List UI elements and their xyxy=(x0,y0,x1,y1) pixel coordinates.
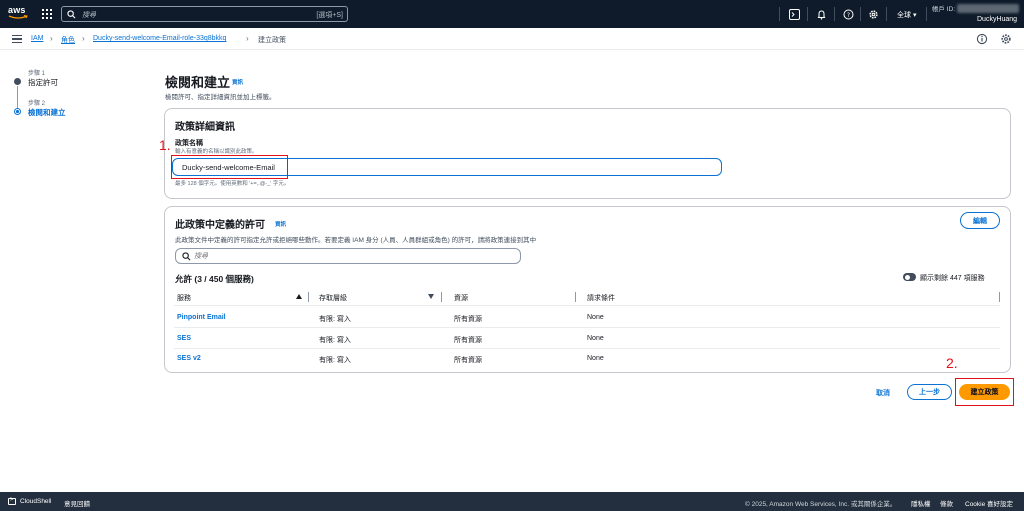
permissions-search-input[interactable] xyxy=(194,251,514,261)
redacted-account-id xyxy=(957,4,1019,13)
permissions-title: 此政策中定義的許可 xyxy=(175,220,265,231)
sort-ascending-icon[interactable] xyxy=(296,294,302,299)
help-icon[interactable]: ? xyxy=(841,7,855,21)
search-shortcut: [選項+S] xyxy=(316,12,343,19)
table-header-divider xyxy=(174,305,1000,306)
policy-details-title: 政策詳細資訊 xyxy=(175,122,235,133)
annotation-highlight-create xyxy=(955,378,1014,406)
aws-logo[interactable]: aws xyxy=(8,6,30,22)
breadcrumb-bar: IAM › 角色 › Ducky-send-welcome-Email-role… xyxy=(0,28,1024,50)
chevron-right-icon: › xyxy=(50,34,53,43)
row-resource: 所有資源 xyxy=(454,357,482,364)
permissions-info-link[interactable]: 資訊 xyxy=(275,220,286,228)
gear-icon[interactable] xyxy=(866,7,880,21)
permissions-description: 此政策文件中定義的許可指定允許或拒絕哪些動作。若要定義 IAM 身分 (人員、人… xyxy=(175,237,537,244)
chevron-right-icon: › xyxy=(82,34,85,43)
page-description: 檢閱許可、指定詳細資訊並加上標籤。 xyxy=(165,94,276,101)
search-placeholder: 搜尋 xyxy=(82,12,96,19)
edit-button[interactable]: 編輯 xyxy=(960,212,1000,229)
row-condition: None xyxy=(587,314,604,321)
breadcrumb-current: 建立政策 xyxy=(258,37,286,44)
row-resource: 所有資源 xyxy=(454,337,482,344)
row-access-level: 有限: 寫入 xyxy=(319,316,351,323)
column-header-access-level[interactable]: 存取層級 xyxy=(319,293,347,303)
terms-link[interactable]: 條款 xyxy=(940,498,953,508)
search-icon xyxy=(67,10,76,19)
policy-details-panel xyxy=(164,108,1011,199)
cancel-button[interactable]: 取消 xyxy=(876,388,890,398)
annotation-highlight-name xyxy=(171,155,288,179)
column-divider xyxy=(999,292,1000,302)
breadcrumb-iam[interactable]: IAM xyxy=(31,35,43,42)
column-divider xyxy=(308,292,309,302)
svg-text:?: ? xyxy=(846,12,849,19)
menu-icon[interactable] xyxy=(12,35,22,43)
row-service-link[interactable]: SES xyxy=(177,335,191,342)
cookie-preferences-link[interactable]: Cookie 喜好設定 xyxy=(965,498,1013,508)
divider xyxy=(779,7,780,21)
annotation-step-2: 2. xyxy=(946,355,958,371)
copyright: © 2025, Amazon Web Services, Inc. 或其關係企業… xyxy=(745,501,897,508)
search-icon xyxy=(182,252,191,261)
row-access-level: 有限: 寫入 xyxy=(319,357,351,364)
divider xyxy=(834,7,835,21)
step-2-label: 檢閱和建立 xyxy=(28,108,66,117)
table-row-divider xyxy=(174,327,1000,328)
annotation-step-1: 1. xyxy=(159,137,171,153)
previous-button[interactable]: 上一步 xyxy=(907,384,952,400)
divider xyxy=(807,7,808,21)
divider xyxy=(926,7,927,21)
breadcrumb-role[interactable]: Ducky-send-welcome-Email-role-33q8bkkq xyxy=(93,35,226,42)
breadcrumb-roles[interactable]: 角色 xyxy=(61,35,75,45)
chevron-right-icon: › xyxy=(246,34,249,43)
global-search-input[interactable]: 搜尋 [選項+S] xyxy=(61,6,348,22)
gear-icon[interactable] xyxy=(1000,33,1012,45)
services-grid-icon[interactable] xyxy=(42,9,52,19)
divider xyxy=(886,7,887,21)
page-title: 檢閱和建立 xyxy=(165,75,231,90)
column-header-condition: 請求條件 xyxy=(587,295,615,302)
info-icon[interactable] xyxy=(976,33,988,45)
step-1-indicator xyxy=(14,78,21,85)
column-header-resource: 資源 xyxy=(454,295,468,302)
permissions-search[interactable] xyxy=(175,248,521,264)
column-divider xyxy=(441,292,442,302)
row-condition: None xyxy=(587,355,604,362)
footer: CloudShell 意見回饋 © 2025, Amazon Web Servi… xyxy=(0,492,1024,511)
account-menu[interactable]: DuckyHuang xyxy=(977,16,1017,23)
allow-services-heading: 允許 (3 / 450 個服務) xyxy=(175,274,254,284)
privacy-link[interactable]: 隱私權 xyxy=(911,498,931,508)
step-1-label[interactable]: 指定許可 xyxy=(28,77,58,88)
row-resource: 所有資源 xyxy=(454,316,482,323)
step-connector xyxy=(17,86,18,108)
step-1-caption: 步驟 1 xyxy=(28,71,46,77)
column-divider xyxy=(575,292,576,302)
top-navigation: aws 搜尋 [選項+S] ? 全球 ▾ 帳戶 ID: DuckyHuang xyxy=(0,0,1024,28)
policy-name-hint: 最多 128 個字元。使用英數和 '+=,.@-_' 字元。 xyxy=(175,181,290,187)
cloudshell-icon[interactable] xyxy=(787,7,801,21)
policy-name-description: 輸入有意義的名稱以識別此政策。 xyxy=(175,149,258,155)
divider xyxy=(860,7,861,21)
show-remaining-toggle[interactable] xyxy=(903,273,916,281)
region-selector[interactable]: 全球 ▾ xyxy=(897,10,916,20)
account-id-label: 帳戶 ID: xyxy=(932,6,956,13)
cloudshell-link[interactable]: CloudShell xyxy=(20,498,51,505)
step-2-indicator xyxy=(14,108,21,115)
column-header-service[interactable]: 服務 xyxy=(177,293,191,303)
page-info-link[interactable]: 資訊 xyxy=(232,78,243,86)
bell-icon[interactable] xyxy=(814,7,828,21)
row-service-link[interactable]: SES v2 xyxy=(177,355,201,362)
show-remaining-label: 顯示剩餘 447 項服務 xyxy=(920,275,985,282)
sort-descending-icon[interactable] xyxy=(428,294,434,299)
cloudshell-icon[interactable] xyxy=(8,497,16,505)
step-2-caption: 步驟 2 xyxy=(28,101,46,107)
feedback-link[interactable]: 意見回饋 xyxy=(64,498,90,508)
table-row-divider xyxy=(174,348,1000,349)
row-access-level: 有限: 寫入 xyxy=(319,337,351,344)
row-service-link[interactable]: Pinpoint Email xyxy=(177,314,226,321)
row-condition: None xyxy=(587,335,604,342)
